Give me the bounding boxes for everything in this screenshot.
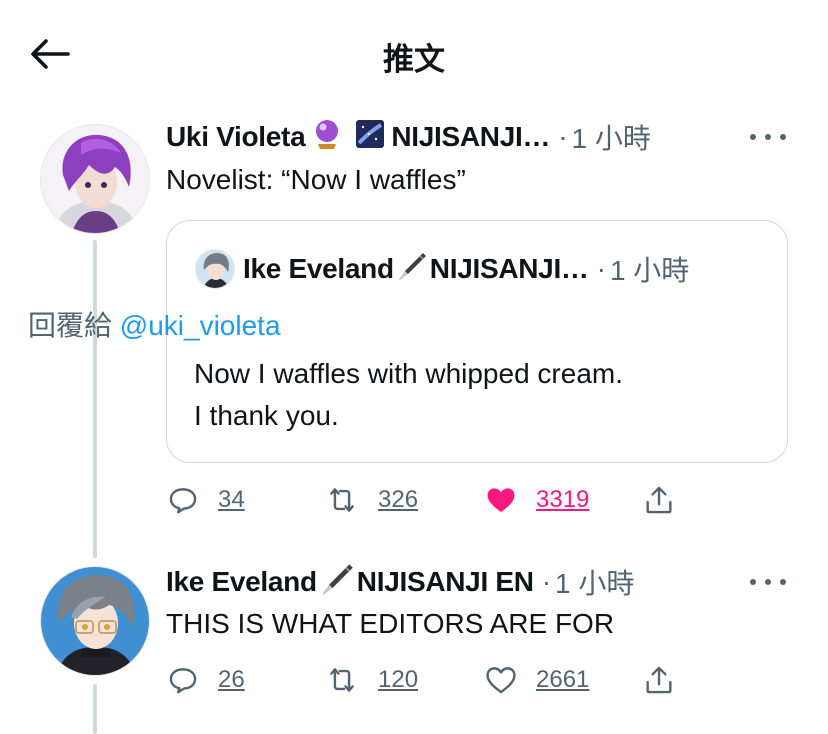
timestamp: 1 小時 bbox=[609, 255, 690, 286]
avatar[interactable] bbox=[40, 566, 150, 676]
heart-icon bbox=[487, 488, 515, 513]
display-name[interactable]: Ike Eveland bbox=[166, 566, 317, 598]
avatar[interactable] bbox=[40, 124, 150, 234]
reply-count: 34 bbox=[218, 486, 245, 513]
more-icon bbox=[750, 579, 756, 585]
fountain-pen-emoji bbox=[319, 561, 355, 604]
quoted-tweet-text-line: I thank you. bbox=[194, 400, 339, 431]
tweet-text: THIS IS WHAT EDITORS ARE FOR bbox=[166, 608, 615, 639]
quoted-tweet-text-line: Now I waffles with whipped cream. bbox=[194, 358, 623, 389]
top-bar: 推文 bbox=[0, 0, 828, 100]
display-name-suffix: NIJISANJI… bbox=[391, 121, 551, 152]
thread-line bbox=[93, 684, 97, 734]
mention-link[interactable]: @uki_violeta bbox=[120, 310, 281, 341]
like-count: 2661 bbox=[536, 666, 590, 693]
retweet-button[interactable]: 326 bbox=[324, 480, 418, 520]
reply-button[interactable]: 26 bbox=[166, 660, 245, 700]
quoted-tweet-header: Ike Eveland NIJISANJI… · 1 小時 bbox=[195, 249, 689, 289]
reply-prefix: 回覆給 bbox=[28, 310, 113, 341]
more-button[interactable] bbox=[750, 570, 786, 594]
display-name-suffix: NIJISANJI EN bbox=[356, 566, 534, 597]
display-name[interactable]: Uki Violeta bbox=[166, 121, 306, 153]
display-name-suffix: NIJISANJI… bbox=[429, 253, 589, 284]
timestamp[interactable]: 1 小時 bbox=[555, 562, 634, 602]
retweet-icon bbox=[330, 488, 354, 512]
display-name: Ike Eveland bbox=[243, 253, 394, 284]
like-count: 3319 bbox=[536, 486, 590, 513]
timestamp[interactable]: 1 小時 bbox=[572, 117, 651, 157]
more-icon bbox=[750, 134, 756, 140]
share-button[interactable] bbox=[642, 660, 676, 700]
reply-icon bbox=[169, 668, 197, 694]
tweet-header: Ike Eveland NIJISANJI EN · 1 小時 bbox=[166, 562, 634, 602]
like-button[interactable]: 2661 bbox=[484, 660, 589, 700]
reply-icon bbox=[169, 488, 197, 514]
tweet-actions: 34 326 3319 bbox=[166, 480, 696, 520]
share-icon bbox=[646, 486, 672, 514]
retweet-icon bbox=[330, 668, 354, 692]
retweet-count: 326 bbox=[378, 486, 419, 513]
share-button[interactable] bbox=[642, 480, 676, 520]
retweet-button[interactable]: 120 bbox=[324, 660, 418, 700]
retweet-count: 120 bbox=[378, 666, 419, 693]
fountain-pen-emoji bbox=[396, 250, 428, 289]
page-title: 推文 bbox=[383, 42, 445, 77]
reply-button[interactable]: 34 bbox=[166, 480, 245, 520]
tweet-actions: 26 120 2661 bbox=[166, 660, 696, 700]
more-button[interactable] bbox=[750, 125, 786, 149]
share-icon bbox=[646, 666, 672, 694]
night-sky-emoji bbox=[355, 119, 385, 156]
crystal-ball-emoji bbox=[311, 118, 343, 157]
heart-icon bbox=[486, 667, 516, 694]
reply-count: 26 bbox=[218, 666, 245, 693]
reply-context: 回覆給 @uki_violeta bbox=[28, 304, 281, 344]
avatar bbox=[195, 249, 235, 289]
tweet-text: Novelist: “Now I waffles” bbox=[166, 164, 466, 195]
tweet-header: Uki Violeta NIJISANJI… · 1 小時 bbox=[166, 117, 651, 157]
thread-line bbox=[93, 240, 97, 558]
like-button[interactable]: 3319 bbox=[484, 480, 589, 520]
